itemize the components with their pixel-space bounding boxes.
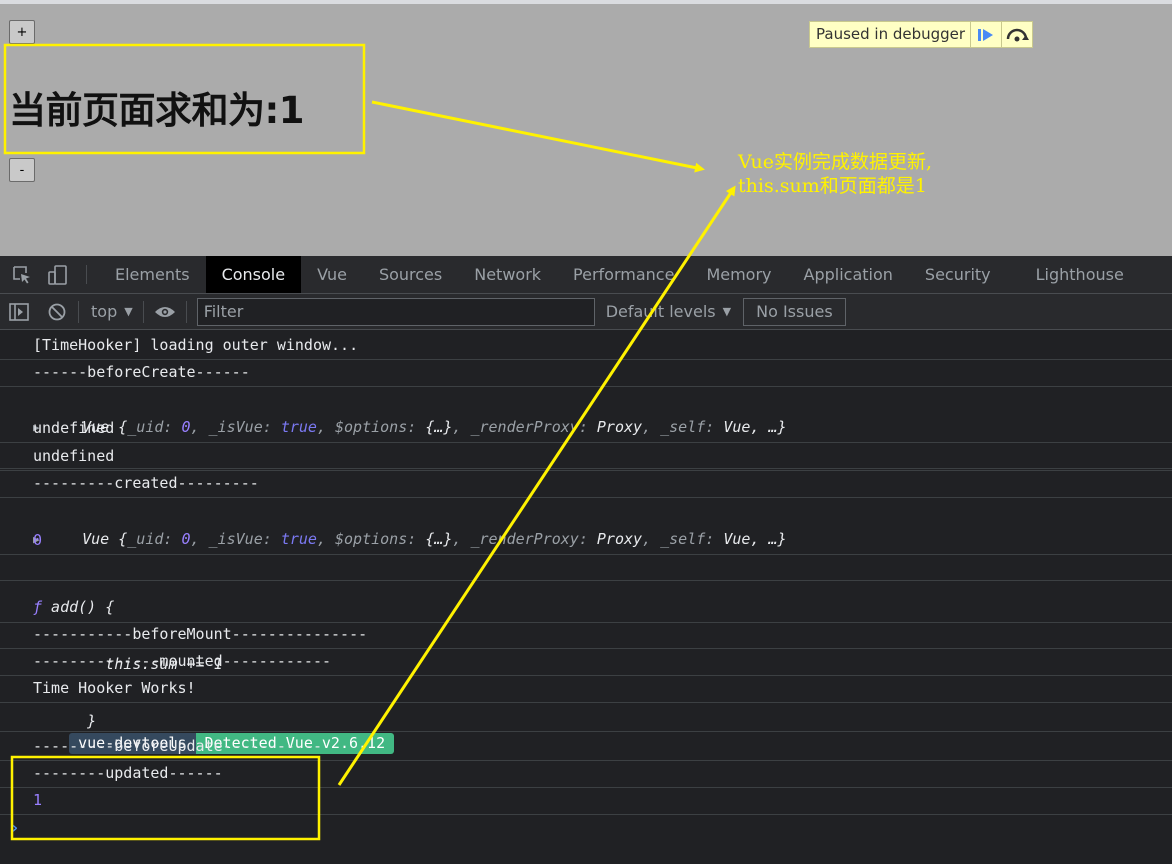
page-viewport: + 当前页面求和为:1 - Paused in debugger <box>0 0 1172 256</box>
tab-vue[interactable]: Vue <box>301 256 363 293</box>
paused-label: Paused in debugger <box>816 25 966 43</box>
console-message: --------------mounted------------ <box>0 648 1172 676</box>
console-message: --------updated------ <box>0 760 1172 788</box>
console-number-message: 1 <box>0 787 1172 815</box>
console-message: ---------created--------- <box>0 470 1172 498</box>
live-expression-button[interactable] <box>146 294 184 330</box>
annotation-line: Vue实例完成数据更新, <box>738 151 933 173</box>
console-number-message: 0 <box>0 527 1172 555</box>
increment-button[interactable]: + <box>9 20 35 44</box>
toolbar-divider <box>78 300 79 323</box>
filter-input[interactable] <box>196 297 595 326</box>
tab-security[interactable]: Security <box>909 256 1007 293</box>
show-sidebar-button[interactable] <box>0 294 38 330</box>
tab-lighthouse[interactable]: Lighthouse <box>1007 256 1140 293</box>
step-over-button[interactable] <box>1001 22 1032 47</box>
console-prompt-icon[interactable]: › <box>10 818 20 837</box>
debugger-paused-overlay: Paused in debugger <box>809 21 1034 48</box>
decrement-button[interactable]: - <box>9 158 35 182</box>
function-glyph: ƒ <box>33 598 43 616</box>
inspect-element-button[interactable] <box>4 256 40 293</box>
sidebar-toggle-icon <box>9 302 29 321</box>
device-toolbar-button[interactable] <box>40 256 76 293</box>
vue-devtools-message: vue-devtools Detected Vue v2.6.12 <box>0 703 1172 754</box>
console-output: [TimeHooker] loading outer window... ---… <box>0 330 1172 864</box>
chevron-down-icon: ▼ <box>722 305 732 318</box>
annotation-line: this.sum和页面都是1 <box>738 175 927 197</box>
tab-elements[interactable]: Elements <box>99 256 206 293</box>
console-function-message[interactable]: ƒ add() { this.sum += 1 } <box>0 555 1172 730</box>
tab-memory[interactable]: Memory <box>690 256 787 293</box>
console-message: Time Hooker Works! <box>0 675 1172 703</box>
device-mode-icon <box>48 264 67 285</box>
resume-icon <box>978 28 994 41</box>
sum-heading: 当前页面求和为:1 <box>9 89 305 132</box>
function-signature: add() { <box>42 598 115 616</box>
log-levels-label: Default levels <box>605 302 716 321</box>
toolbar-divider <box>142 300 144 323</box>
clear-console-button[interactable] <box>38 294 76 330</box>
resume-button[interactable] <box>970 22 1001 47</box>
issues-button[interactable]: No Issues <box>743 297 846 326</box>
tab-application[interactable]: Application <box>788 256 909 293</box>
step-over-icon <box>1006 28 1030 41</box>
context-selector[interactable]: top ▼ <box>81 302 141 321</box>
console-toolbar: top ▼ Default levels ▼ No Issues <box>0 294 1172 330</box>
toolbar-divider <box>86 265 87 284</box>
context-label: top <box>91 302 118 321</box>
tab-sources[interactable]: Sources <box>363 256 458 293</box>
console-message: undefined <box>0 415 1172 443</box>
console-message: [TimeHooker] loading outer window... <box>0 332 1172 360</box>
annotation-note: Vue实例完成数据更新, this.sum和页面都是1 <box>738 150 932 198</box>
tab-performance[interactable]: Performance <box>557 256 690 293</box>
console-message: ------beforeCreate------ <box>0 359 1172 387</box>
log-levels-dropdown[interactable]: Default levels ▼ <box>606 302 731 321</box>
tab-console[interactable]: Console <box>205 256 302 293</box>
console-message: undefined <box>0 443 1172 471</box>
tab-network[interactable]: Network <box>458 256 557 293</box>
console-message: ---------beforeUpdate----------- <box>0 733 1172 761</box>
clear-icon <box>48 303 66 320</box>
inspect-icon <box>13 265 30 283</box>
toolbar-divider <box>185 300 187 323</box>
console-message: -----------beforeMount--------------- <box>0 621 1172 649</box>
devtools-tab-bar: Elements Console Vue Sources Network Per… <box>0 256 1172 294</box>
eye-icon <box>154 306 175 317</box>
chevron-down-icon: ▼ <box>124 305 133 318</box>
